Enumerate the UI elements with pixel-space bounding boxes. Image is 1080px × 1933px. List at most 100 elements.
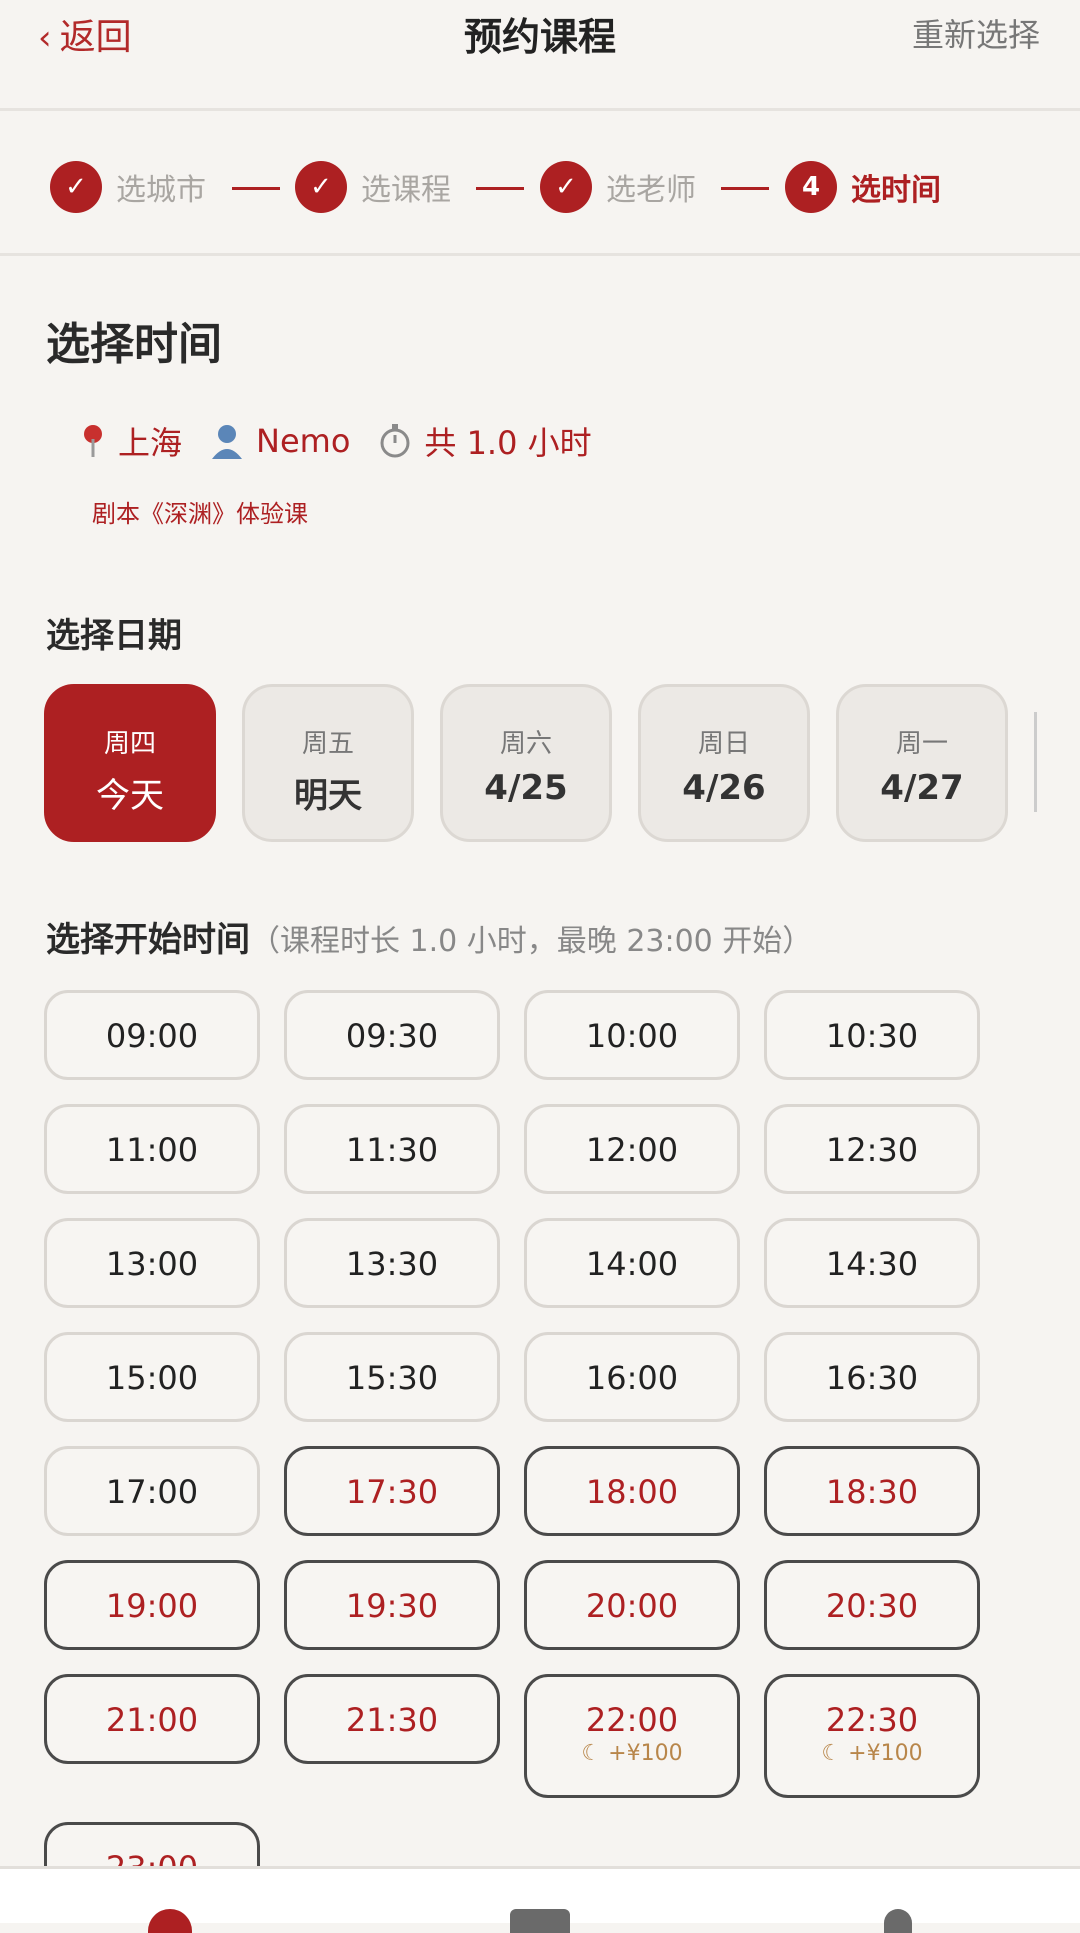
slot-time: 20:00 bbox=[585, 1587, 679, 1625]
date-weekday: 周一 bbox=[895, 729, 948, 759]
step-label: 选课程 bbox=[361, 173, 451, 208]
slot-time: 10:30 bbox=[825, 1017, 919, 1055]
time-slot[interactable]: 12:30 bbox=[764, 1104, 980, 1194]
slot-time: 11:00 bbox=[105, 1131, 199, 1169]
heart-icon[interactable] bbox=[148, 1909, 192, 1933]
profile-icon[interactable] bbox=[884, 1909, 912, 1933]
date-scroll-edge bbox=[1034, 712, 1037, 812]
time-slot[interactable]: 18:00 bbox=[524, 1446, 740, 1536]
slot-time: 16:30 bbox=[825, 1359, 919, 1397]
check-icon: ✓ bbox=[50, 161, 102, 213]
time-slot[interactable]: 12:00 bbox=[524, 1104, 740, 1194]
step-number: 4 bbox=[785, 161, 837, 213]
surcharge-amount: +¥100 bbox=[608, 1741, 683, 1766]
slot-time: 11:30 bbox=[345, 1131, 439, 1169]
step-teacher: ✓ 选老师 bbox=[540, 161, 696, 213]
slot-time: 20:30 bbox=[825, 1587, 919, 1625]
slot-time: 16:00 bbox=[585, 1359, 679, 1397]
time-slot[interactable]: 21:30 bbox=[284, 1674, 500, 1764]
slot-time: 15:30 bbox=[345, 1359, 439, 1397]
slot-time: 09:00 bbox=[105, 1017, 199, 1055]
time-slot[interactable]: 18:30 bbox=[764, 1446, 980, 1536]
time-slot[interactable]: 17:30 bbox=[284, 1446, 500, 1536]
step-indicator: ✓ 选城市 ✓ 选课程 ✓ 选老师 4 选时间 bbox=[0, 111, 1080, 256]
calendar-icon[interactable] bbox=[510, 1909, 570, 1933]
date-day: 4/25 bbox=[484, 768, 568, 808]
course-name: 剧本《深渊》体验课 bbox=[92, 500, 308, 528]
time-section-label: 选择开始时间（课程时长 1.0 小时，最晚 23:00 开始） bbox=[46, 912, 812, 961]
slot-time: 17:00 bbox=[105, 1473, 199, 1511]
time-hint: （课程时长 1.0 小时，最晚 23:00 开始） bbox=[250, 924, 813, 959]
header-bar: ‹ 返回 预约课程 重新选择 bbox=[0, 0, 1080, 111]
time-slot[interactable]: 13:30 bbox=[284, 1218, 500, 1308]
date-day: 4/27 bbox=[880, 768, 964, 808]
slot-time: 12:00 bbox=[585, 1131, 679, 1169]
date-section-label: 选择日期 bbox=[46, 616, 182, 656]
date-option[interactable]: 周五 明天 bbox=[242, 684, 414, 842]
time-slot[interactable]: 14:30 bbox=[764, 1218, 980, 1308]
time-slot[interactable]: 11:30 bbox=[284, 1104, 500, 1194]
time-slot[interactable]: 09:00 bbox=[44, 990, 260, 1080]
time-slot[interactable]: 09:30 bbox=[284, 990, 500, 1080]
slot-time: 22:30 bbox=[825, 1701, 919, 1739]
step-time: 4 选时间 bbox=[785, 161, 941, 213]
slot-time: 13:00 bbox=[105, 1245, 199, 1283]
section-title: 选择时间 bbox=[46, 319, 222, 370]
time-slot[interactable]: 22:30 ☾ +¥100 bbox=[764, 1674, 980, 1798]
time-slot[interactable]: 19:00 bbox=[44, 1560, 260, 1650]
date-option[interactable]: 周一 4/27 bbox=[836, 684, 1008, 842]
date-weekday: 周四 bbox=[103, 729, 156, 759]
person-icon bbox=[212, 425, 243, 459]
surcharge-label: ☾ +¥100 bbox=[527, 1741, 737, 1766]
step-city: ✓ 选城市 bbox=[50, 161, 206, 213]
time-slot[interactable]: 16:30 bbox=[764, 1332, 980, 1422]
time-slot[interactable]: 13:00 bbox=[44, 1218, 260, 1308]
reset-button[interactable]: 重新选择 bbox=[912, 10, 1040, 56]
date-day: 今天 bbox=[96, 776, 164, 816]
teacher-value: Nemo bbox=[256, 422, 351, 460]
time-slot[interactable]: 20:00 bbox=[524, 1560, 740, 1650]
time-slot[interactable]: 21:00 bbox=[44, 1674, 260, 1764]
slot-time: 10:00 bbox=[585, 1017, 679, 1055]
slot-time: 12:30 bbox=[825, 1131, 919, 1169]
date-day: 4/26 bbox=[682, 768, 766, 808]
time-slot[interactable]: 11:00 bbox=[44, 1104, 260, 1194]
slot-time: 22:00 bbox=[585, 1701, 679, 1739]
step-label: 选时间 bbox=[851, 173, 941, 208]
step-connector bbox=[721, 187, 769, 190]
moon-icon: ☾ bbox=[821, 1741, 849, 1766]
booking-summary: 上海 Nemo 共 1.0 小时 bbox=[80, 418, 620, 464]
slot-time: 18:30 bbox=[825, 1473, 919, 1511]
step-connector bbox=[232, 187, 280, 190]
slot-time: 18:00 bbox=[585, 1473, 679, 1511]
time-slot[interactable]: 15:30 bbox=[284, 1332, 500, 1422]
step-label: 选城市 bbox=[116, 173, 206, 208]
date-option[interactable]: 周四 今天 bbox=[44, 684, 216, 842]
step-label: 选老师 bbox=[606, 173, 696, 208]
map-pin-icon bbox=[84, 425, 102, 457]
time-slot[interactable]: 20:30 bbox=[764, 1560, 980, 1650]
date-option[interactable]: 周日 4/26 bbox=[638, 684, 810, 842]
moon-icon: ☾ bbox=[581, 1741, 609, 1766]
slot-time: 21:00 bbox=[105, 1701, 199, 1739]
date-weekday: 周日 bbox=[697, 729, 750, 759]
date-weekday: 周六 bbox=[499, 729, 552, 759]
time-slot[interactable]: 10:30 bbox=[764, 990, 980, 1080]
time-slot[interactable]: 16:00 bbox=[524, 1332, 740, 1422]
time-slot[interactable]: 10:00 bbox=[524, 990, 740, 1080]
step-course: ✓ 选课程 bbox=[295, 161, 451, 213]
city-value: 上海 bbox=[118, 424, 183, 462]
time-slot[interactable]: 17:00 bbox=[44, 1446, 260, 1536]
duration-value: 共 1.0 小时 bbox=[424, 424, 592, 462]
date-option[interactable]: 周六 4/25 bbox=[440, 684, 612, 842]
time-slot[interactable]: 15:00 bbox=[44, 1332, 260, 1422]
slot-time: 14:00 bbox=[585, 1245, 679, 1283]
slot-time: 15:00 bbox=[105, 1359, 199, 1397]
time-slot[interactable]: 19:30 bbox=[284, 1560, 500, 1650]
time-slot[interactable]: 14:00 bbox=[524, 1218, 740, 1308]
time-slot[interactable]: 22:00 ☾ +¥100 bbox=[524, 1674, 740, 1798]
check-icon: ✓ bbox=[540, 161, 592, 213]
time-label: 选择开始时间 bbox=[46, 920, 250, 960]
slot-time: 19:00 bbox=[105, 1587, 199, 1625]
bottom-tab-bar bbox=[0, 1866, 1080, 1933]
